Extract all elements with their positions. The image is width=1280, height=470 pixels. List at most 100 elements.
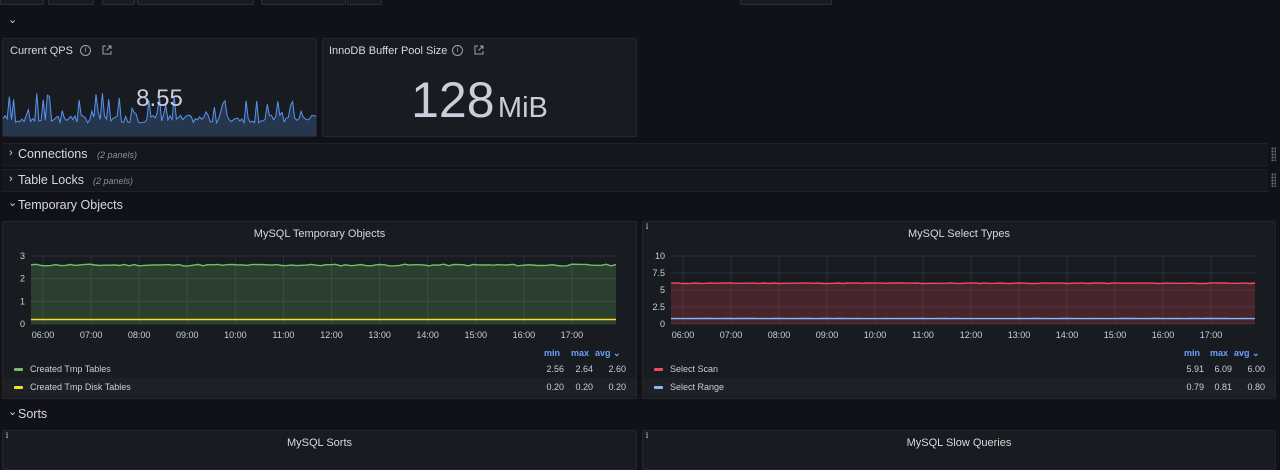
toolbar-button[interactable] (102, 0, 135, 5)
x-tick-label: 17:00 (561, 330, 584, 340)
x-tick-label: 17:00 (1200, 330, 1223, 340)
legend-avg: 2.60 (596, 364, 626, 374)
legend-avg: 6.00 (1235, 364, 1265, 374)
legend-min: 2.56 (534, 364, 564, 374)
x-tick-label: 06:00 (672, 330, 695, 340)
stat-number: 128 (411, 72, 494, 128)
series-area (671, 283, 1255, 324)
row-table-locks[interactable]: › Table Locks (2 panels) (2, 169, 1268, 192)
legend-item[interactable]: Select Scan 5.91 6.09 6.00 (643, 360, 1275, 378)
x-tick-label: 09:00 (816, 330, 839, 340)
x-tick-label: 10:00 (224, 330, 247, 340)
legend-swatch (14, 386, 23, 389)
legend-series-name: Created Tmp Disk Tables (30, 382, 131, 392)
stat-panel-innodb-buffer-pool[interactable]: InnoDB Buffer Pool Size i 128 MiB (322, 38, 637, 137)
chart-area: 0 1 2 3 06:00 07:00 08:00 09:00 10:00 11:00 12:00 1… (3, 246, 637, 346)
legend-series-name: Select Scan (670, 364, 718, 374)
x-tick-label: 12:00 (320, 330, 343, 340)
row-panel-count: (2 panels) (93, 176, 133, 186)
legend-swatch (654, 368, 663, 371)
row-chevron-icon: › (9, 147, 13, 159)
legend-max: 2.64 (563, 364, 593, 374)
stat-value: 128 MiB (323, 71, 636, 129)
legend-header-max[interactable]: max (1210, 348, 1228, 358)
legend-header-min[interactable]: min (1184, 348, 1200, 358)
row-temporary-objects[interactable]: ⌄ Temporary Objects (2, 196, 302, 214)
row-collapse-chevron-icon[interactable]: ⌄ (8, 13, 17, 26)
x-tick-label: 07:00 (80, 330, 103, 340)
row-sorts[interactable]: ⌄ Sorts (2, 405, 202, 423)
x-tick-label: 06:00 (32, 330, 55, 340)
x-tick-label: 12:00 (960, 330, 983, 340)
y-tick-label: 10 (655, 251, 665, 261)
x-tick-label: 15:00 (1104, 330, 1127, 340)
toolbar-button[interactable] (48, 0, 94, 5)
legend-item[interactable]: Created Tmp Disk Tables 0.20 0.20 0.20 (3, 378, 636, 396)
legend-series-name: Created Tmp Tables (30, 364, 111, 374)
toolbar-input[interactable] (137, 0, 254, 5)
x-tick-label: 10:00 (864, 330, 887, 340)
legend-item[interactable]: Created Tmp Tables 2.56 2.64 2.60 (3, 360, 636, 378)
row-title: Table Locks (18, 173, 84, 187)
x-tick-label: 15:00 (464, 330, 487, 340)
x-tick-label: 08:00 (768, 330, 791, 340)
graph-panel-mysql-select-types[interactable]: i MySQL Select Types 02.557.51006:0007:0… (642, 221, 1276, 399)
row-title: Temporary Objects (18, 198, 123, 212)
y-tick-label: 2.5 (652, 302, 665, 312)
x-tick-label: 13:00 (1008, 330, 1031, 340)
row-connections[interactable]: › Connections (2 panels) (2, 143, 1268, 166)
external-link-icon[interactable] (102, 45, 112, 58)
y-tick-label: 3 (20, 251, 25, 261)
graph-panel-mysql-sorts[interactable]: i MySQL Sorts (2, 430, 637, 470)
drag-handle-icon[interactable] (1271, 147, 1276, 161)
toolbar-button[interactable] (0, 0, 44, 5)
x-tick-label: 14:00 (1056, 330, 1079, 340)
y-tick-label: 0 (660, 319, 665, 329)
row-chevron-icon: › (9, 173, 13, 185)
legend-item[interactable]: Select Range 0.79 0.81 0.80 (643, 378, 1275, 396)
drag-handle-icon[interactable] (1271, 173, 1276, 187)
y-tick-label: 0 (20, 319, 25, 329)
y-tick-label: 1 (20, 296, 25, 306)
toolbar-button[interactable] (347, 0, 382, 5)
x-tick-label: 11:00 (273, 330, 295, 340)
legend-min: 0.20 (534, 382, 564, 392)
graph-panel-mysql-slow-queries[interactable]: i MySQL Slow Queries (642, 430, 1276, 470)
legend-max: 6.09 (1202, 364, 1232, 374)
legend-header-avg-label: avg (1234, 348, 1250, 358)
external-link-icon[interactable] (474, 45, 484, 58)
toolbar-button[interactable] (740, 0, 832, 5)
row-chevron-icon: ⌄ (8, 405, 17, 418)
legend-swatch (14, 368, 23, 371)
x-tick-label: 13:00 (368, 330, 391, 340)
x-tick-label: 08:00 (128, 330, 151, 340)
legend-header-max[interactable]: max (571, 348, 589, 358)
panel-title: Current QPS (10, 45, 73, 57)
row-chevron-icon: ⌄ (8, 196, 17, 209)
row-panel-count: (2 panels) (97, 150, 137, 160)
legend-header-avg[interactable]: avg ⌄ (595, 348, 621, 359)
legend-max: 0.81 (1202, 382, 1232, 392)
y-tick-label: 7.5 (652, 268, 665, 278)
legend-header-avg-label: avg (595, 348, 611, 358)
info-icon[interactable]: i (452, 45, 463, 56)
x-tick-label: 09:00 (176, 330, 199, 340)
toolbar-select[interactable] (261, 0, 346, 5)
x-tick-label: 14:00 (416, 330, 439, 340)
y-tick-label: 2 (20, 274, 25, 284)
x-tick-label: 16:00 (513, 330, 536, 340)
legend-series-name: Select Range (670, 382, 724, 392)
info-icon[interactable]: i (80, 45, 91, 56)
graph-panel-mysql-temporary-objects[interactable]: MySQL Temporary Objects 012306:0007:0008… (2, 221, 637, 399)
x-tick-label: 07:00 (720, 330, 743, 340)
panel-title: MySQL Select Types (643, 228, 1275, 240)
legend-swatch (654, 386, 663, 389)
legend-header-avg[interactable]: avg ⌄ (1234, 348, 1260, 359)
row-title: Sorts (18, 407, 47, 421)
legend-header-min[interactable]: min (544, 348, 560, 358)
row-title: Connections (18, 147, 88, 161)
y-tick-label: 5 (660, 285, 665, 295)
stat-panel-current-qps[interactable]: Current QPS i 8.55 (2, 38, 317, 137)
legend-max: 0.20 (563, 382, 593, 392)
series-area (31, 264, 616, 324)
